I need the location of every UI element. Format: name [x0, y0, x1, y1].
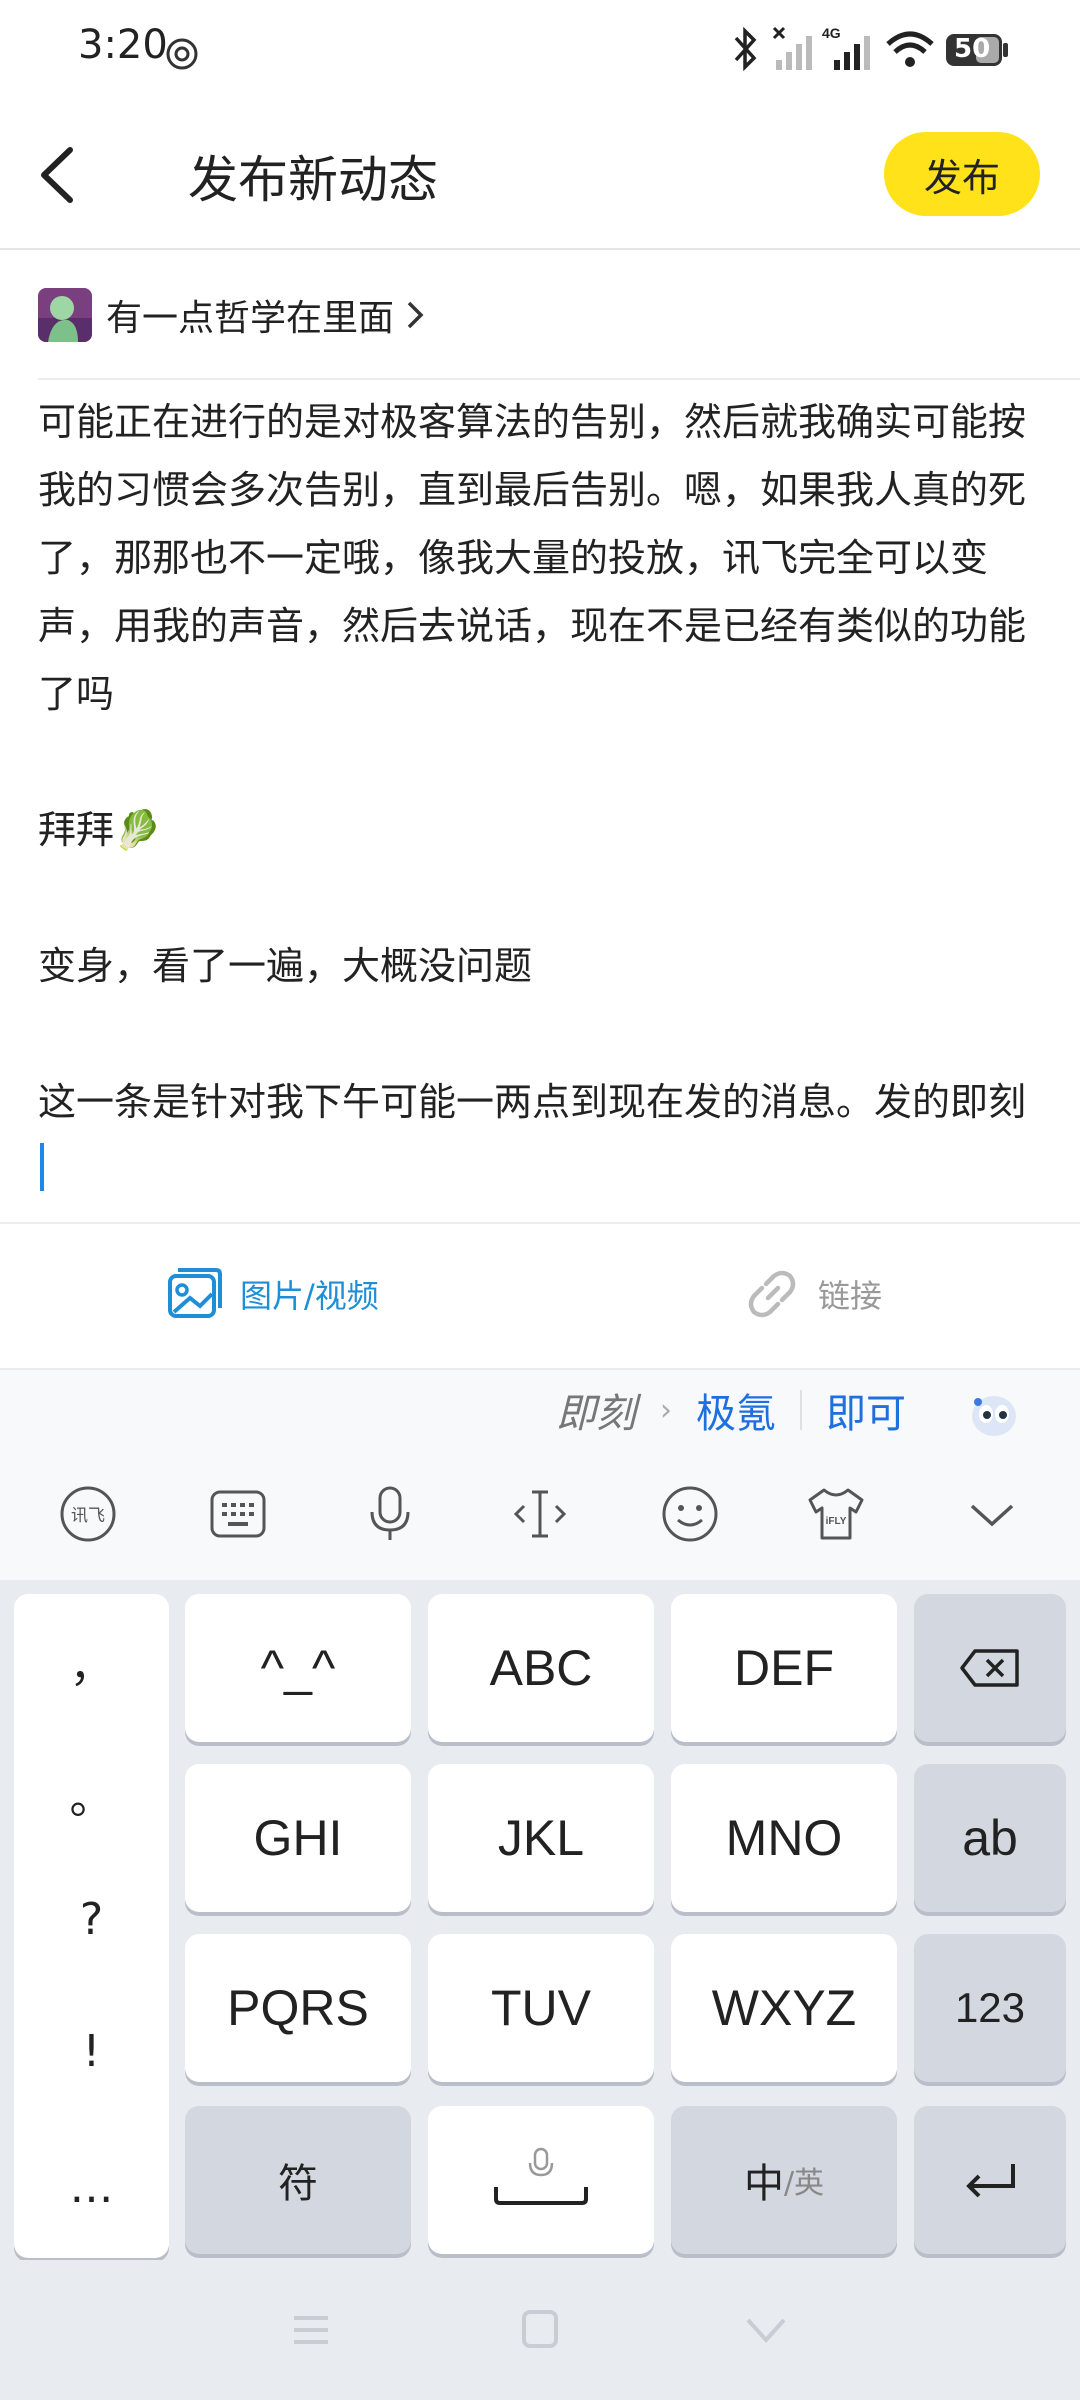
chevron-right-icon: [407, 301, 424, 329]
space-key[interactable]: [428, 2106, 654, 2254]
symbols-key[interactable]: 符: [185, 2106, 411, 2254]
key-mno[interactable]: MNO: [671, 1764, 897, 1912]
punctuation-column[interactable]: ， 。 ? ! …: [14, 1594, 169, 2258]
add-link-button[interactable]: 链接: [744, 1266, 882, 1322]
key-pqrs[interactable]: PQRS: [185, 1934, 411, 2082]
bluetooth-icon: [734, 26, 757, 72]
post-paragraph: 变身，看了一遍，大概没问题: [38, 944, 533, 988]
skin-theme-icon[interactable]: iFLY: [806, 1484, 866, 1544]
composing-text: 即刻: [556, 1391, 636, 1437]
home-nav-icon[interactable]: [520, 2308, 560, 2350]
punct-key[interactable]: ，: [14, 1630, 169, 1694]
back-button[interactable]: [30, 140, 90, 210]
cursor-move-icon[interactable]: [510, 1484, 570, 1544]
candidate-word[interactable]: 即可: [826, 1381, 906, 1439]
numeric-key[interactable]: 123: [914, 1934, 1066, 2082]
enter-icon: [966, 2164, 1015, 2198]
header: 发布新动态 发布: [0, 100, 1080, 250]
svg-text:iFLY: iFLY: [826, 1516, 847, 1527]
image-icon: [168, 1268, 222, 1318]
svg-text:讯飞: 讯飞: [71, 1506, 105, 1526]
candidate-bar: 即刻 › 极氪 即可: [556, 1380, 906, 1440]
candidate-separator: [800, 1390, 802, 1430]
app-notification-icon: [166, 38, 198, 70]
svg-text:4G: 4G: [822, 25, 841, 41]
signal-4g-icon: 4G: [822, 25, 870, 70]
punct-key[interactable]: 。: [14, 1762, 169, 1826]
back-nav-icon[interactable]: [744, 2314, 788, 2346]
post-paragraph: 这一条是针对我下午可能一两点到现在发的消息。发的即刻: [38, 1080, 1027, 1124]
collapse-keyboard-icon[interactable]: [962, 1484, 1022, 1544]
status-time: 3:20: [78, 22, 168, 68]
key-emoticon[interactable]: ^_^: [185, 1594, 411, 1742]
page-title: 发布新动态: [188, 151, 438, 209]
ifly-logo-icon[interactable]: 讯飞: [58, 1484, 118, 1544]
key-tuv[interactable]: TUV: [428, 1934, 654, 2082]
backspace-key[interactable]: [914, 1594, 1066, 1742]
ime-assistant-icon[interactable]: [968, 1388, 1020, 1440]
enter-key[interactable]: [914, 2106, 1066, 2254]
post-paragraph: 可能正在进行的是对极客算法的告别，然后就我确实可能按我的习惯会多次告别，直到最后…: [38, 400, 1027, 716]
keyboard-layout-icon[interactable]: [208, 1484, 268, 1544]
ab-key[interactable]: ab: [914, 1764, 1066, 1912]
circle-selector[interactable]: 有一点哲学在里面: [38, 286, 426, 344]
status-bar: 3:20 4G 50: [0, 0, 1080, 100]
language-toggle-key[interactable]: 中/英: [671, 2106, 897, 2254]
divider: [0, 1222, 1080, 1224]
punct-key[interactable]: …: [14, 2162, 169, 2213]
key-ghi[interactable]: GHI: [185, 1764, 411, 1912]
post-paragraph: 拜拜🥬: [38, 808, 162, 852]
lang-main: 中: [743, 2161, 784, 2207]
add-media-label: 图片/视频: [240, 1277, 379, 1315]
system-nav-bar: [0, 2260, 1080, 2400]
microphone-icon[interactable]: [360, 1484, 420, 1544]
key-def[interactable]: DEF: [671, 1594, 897, 1742]
text-cursor: [40, 1143, 44, 1191]
key-wxyz[interactable]: WXYZ: [671, 1934, 897, 2082]
link-icon: [748, 1270, 796, 1318]
emoji-icon[interactable]: [660, 1484, 720, 1544]
publish-button[interactable]: 发布: [884, 132, 1040, 216]
keyboard: ， 。 ? ! … ^_^ ABC DEF GHI JKL MNO ab PQR…: [0, 1580, 1080, 2260]
battery-level: 50: [954, 34, 991, 64]
chevron-right-icon: ›: [660, 1392, 672, 1428]
punct-key[interactable]: ?: [14, 1894, 169, 1945]
punct-key[interactable]: !: [14, 2026, 169, 2077]
lang-sub: /英: [783, 2166, 825, 2201]
menu-nav-icon[interactable]: [290, 2310, 332, 2350]
backspace-icon: [960, 1649, 1019, 1687]
key-jkl[interactable]: JKL: [428, 1764, 654, 1912]
ime-tool-row: 讯飞 iFLY: [0, 1470, 1080, 1558]
key-abc[interactable]: ABC: [428, 1594, 654, 1742]
space-mic-icon: [494, 2147, 588, 2205]
add-link-label: 链接: [818, 1277, 883, 1315]
wifi-icon: [886, 31, 934, 67]
signal-sim1-icon: [772, 26, 812, 70]
circle-name: 有一点哲学在里面: [106, 298, 395, 339]
add-media-button[interactable]: 图片/视频: [166, 1266, 379, 1322]
candidate-word[interactable]: 极氪: [696, 1381, 776, 1439]
post-text-editor[interactable]: 可能正在进行的是对极客算法的告别，然后就我确实可能按我的习惯会多次告别，直到最后…: [38, 388, 1028, 1204]
circle-avatar: [38, 288, 92, 342]
divider: [38, 378, 1080, 380]
